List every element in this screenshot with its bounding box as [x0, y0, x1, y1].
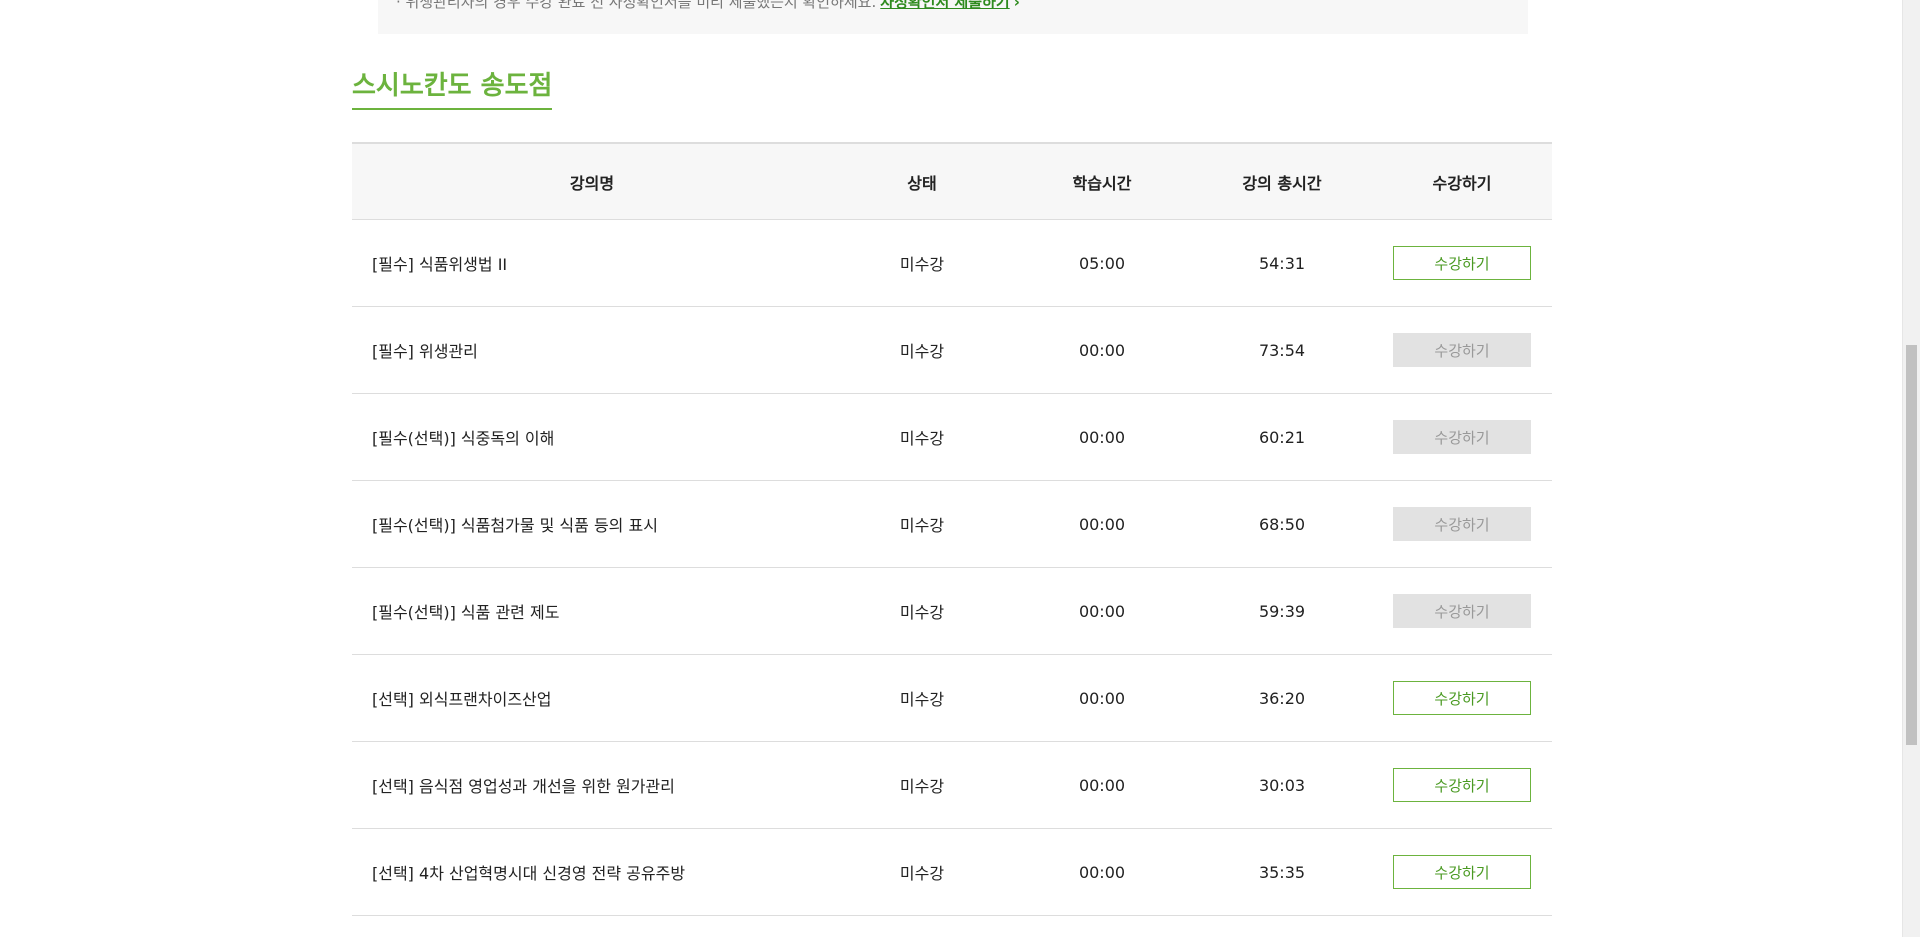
- course-study-time: 00:00: [1012, 828, 1192, 916]
- course-title: [필수(선택)] 식품 관련 제도: [352, 567, 832, 655]
- course-status: 미수강: [832, 393, 1012, 481]
- table-row: [필수(선택)] 식품첨가물 및 식품 등의 표시 미수강 00:00 68:50 수강…: [352, 480, 1552, 568]
- course-total-time: 35:35: [1192, 828, 1372, 916]
- scrollbar-thumb[interactable]: [1906, 345, 1917, 745]
- vertical-scrollbar[interactable]: [1902, 0, 1920, 937]
- notice-line: · 위생관리자의 경우 수강 완료 전 사정확인서를 미리 제출했는지 확인하세…: [396, 0, 1020, 12]
- course-status: 미수강: [832, 567, 1012, 655]
- section-title: 스시노칸도 송도점: [352, 68, 553, 110]
- course-action-cell: 수강하기: [1372, 654, 1552, 742]
- table-row: [선택] 4차 산업혁명시대 신경영 전략 공유주방 미수강 00:00 35:35 수…: [352, 828, 1552, 916]
- table-row: [선택] 외식프랜차이즈산업 미수강 00:00 36:20 수강하기: [352, 654, 1552, 742]
- enroll-button: 수강하기: [1393, 333, 1531, 367]
- course-title: [선택] 외식프랜차이즈산업: [352, 654, 832, 742]
- course-study-time: 00:00: [1012, 741, 1192, 829]
- enroll-button[interactable]: 수강하기: [1393, 768, 1531, 802]
- course-title: [필수] 식품위생법 II: [352, 219, 832, 307]
- notice-box: · 위생관리자의 경우 수강 완료 전 사정확인서를 미리 제출했는지 확인하세…: [378, 0, 1528, 34]
- course-status: 미수강: [832, 828, 1012, 916]
- course-action-cell: 수강하기: [1372, 567, 1552, 655]
- course-status: 미수강: [832, 654, 1012, 742]
- enroll-button[interactable]: 수강하기: [1393, 855, 1531, 889]
- course-study-time: 00:00: [1012, 480, 1192, 568]
- header-title: 강의명: [352, 143, 832, 220]
- table-header-row: 강의명 상태 학습시간 강의 총시간 수강하기: [352, 143, 1552, 220]
- course-total-time: 73:54: [1192, 306, 1372, 394]
- table-header: 강의명 상태 학습시간 강의 총시간 수강하기: [352, 143, 1552, 220]
- course-total-time: 54:31: [1192, 219, 1372, 307]
- course-title: [필수(선택)] 식품첨가물 및 식품 등의 표시: [352, 480, 832, 568]
- course-study-time: 00:00: [1012, 306, 1192, 394]
- enroll-button: 수강하기: [1393, 594, 1531, 628]
- header-study-time: 학습시간: [1012, 143, 1192, 220]
- course-study-time: 00:00: [1012, 567, 1192, 655]
- course-action-cell: 수강하기: [1372, 828, 1552, 916]
- header-total-time: 강의 총시간: [1192, 143, 1372, 220]
- course-title: [선택] 음식점 영업성과 개선을 위한 원가관리: [352, 741, 832, 829]
- table-body: [필수] 식품위생법 II 미수강 05:00 54:31 수강하기 [필수] 위생관리 미…: [352, 219, 1552, 916]
- notice-text: · 위생관리자의 경우 수강 완료 전 사정확인서를 미리 제출했는지 확인하세…: [396, 0, 877, 11]
- course-action-cell: 수강하기: [1372, 219, 1552, 307]
- course-action-cell: 수강하기: [1372, 306, 1552, 394]
- course-status: 미수강: [832, 306, 1012, 394]
- submit-confirmation-link[interactable]: 사정확인서 제출하기: [880, 0, 1009, 11]
- course-study-time: 05:00: [1012, 219, 1192, 307]
- course-status: 미수강: [832, 480, 1012, 568]
- enroll-button[interactable]: 수강하기: [1393, 246, 1531, 280]
- course-title: [필수(선택)] 식중독의 이해: [352, 393, 832, 481]
- course-study-time: 00:00: [1012, 654, 1192, 742]
- header-status: 상태: [832, 143, 1012, 220]
- course-page: · 위생관리자의 경우 수강 완료 전 사정확인서를 미리 제출했는지 확인하세…: [0, 0, 1920, 937]
- table-row: [필수(선택)] 식품 관련 제도 미수강 00:00 59:39 수강하기: [352, 567, 1552, 655]
- course-total-time: 60:21: [1192, 393, 1372, 481]
- course-title: [필수] 위생관리: [352, 306, 832, 394]
- enroll-button: 수강하기: [1393, 507, 1531, 541]
- course-action-cell: 수강하기: [1372, 741, 1552, 829]
- course-study-time: 00:00: [1012, 393, 1192, 481]
- course-total-time: 36:20: [1192, 654, 1372, 742]
- table-row: [필수(선택)] 식중독의 이해 미수강 00:00 60:21 수강하기: [352, 393, 1552, 481]
- course-total-time: 68:50: [1192, 480, 1372, 568]
- enroll-button[interactable]: 수강하기: [1393, 681, 1531, 715]
- course-action-cell: 수강하기: [1372, 480, 1552, 568]
- header-action: 수강하기: [1372, 143, 1552, 220]
- course-table: 강의명 상태 학습시간 강의 총시간 수강하기 [필수] 식품위생법 II 미수강…: [352, 142, 1552, 916]
- table-row: [선택] 음식점 영업성과 개선을 위한 원가관리 미수강 00:00 30:03 수강…: [352, 741, 1552, 829]
- course-action-cell: 수강하기: [1372, 393, 1552, 481]
- course-total-time: 30:03: [1192, 741, 1372, 829]
- course-title: [선택] 4차 산업혁명시대 신경영 전략 공유주방: [352, 828, 832, 916]
- table-row: [필수] 식품위생법 II 미수강 05:00 54:31 수강하기: [352, 219, 1552, 307]
- chevron-right-icon[interactable]: ›: [1014, 0, 1020, 11]
- course-status: 미수강: [832, 219, 1012, 307]
- course-total-time: 59:39: [1192, 567, 1372, 655]
- enroll-button: 수강하기: [1393, 420, 1531, 454]
- course-status: 미수강: [832, 741, 1012, 829]
- table-row: [필수] 위생관리 미수강 00:00 73:54 수강하기: [352, 306, 1552, 394]
